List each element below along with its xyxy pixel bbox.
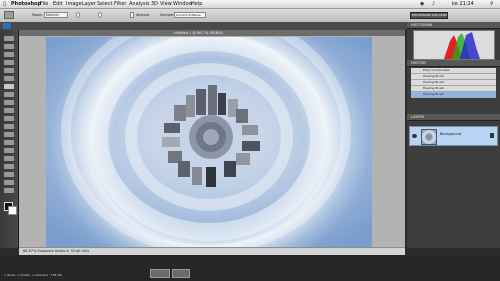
mode-select[interactable]: Normal	[44, 12, 68, 18]
hand-tool-icon[interactable]	[4, 180, 14, 185]
histogram-chart	[413, 30, 495, 60]
aligned-label: Aligned	[136, 13, 150, 17]
lock-icon	[490, 133, 494, 138]
dock-item[interactable]	[172, 269, 190, 278]
crop-tool-icon[interactable]	[4, 68, 14, 73]
gradient-tool-icon[interactable]	[4, 124, 14, 129]
status-bar: 66.67% Exposure works in 32-bit only	[19, 247, 405, 255]
status-text: 66.67% Exposure works in 32-bit only	[23, 249, 90, 253]
histogram-panel-header[interactable]: HISTOGRAM	[407, 22, 500, 29]
app-name-menu[interactable]: Photoshop	[11, 0, 41, 8]
layer-thumbnail	[421, 129, 437, 145]
move-tool-icon[interactable]	[4, 36, 14, 41]
volume-icon[interactable]: ♪	[432, 0, 435, 8]
history-brush-tool-icon[interactable]	[4, 108, 14, 113]
layer-name: Background	[440, 132, 461, 136]
little-planet-image	[46, 37, 372, 247]
eraser-tool-icon[interactable]	[4, 116, 14, 121]
image-canvas[interactable]	[46, 37, 372, 247]
history-item-selected[interactable]: Healing Brush	[411, 92, 496, 98]
clone-stamp-tool-icon[interactable]	[4, 100, 14, 105]
3d-rotate-tool-icon[interactable]	[4, 172, 14, 177]
quick-selection-tool-icon[interactable]	[4, 60, 14, 65]
eyedropper-tool-icon[interactable]	[4, 76, 14, 81]
dodge-tool-icon[interactable]	[4, 132, 14, 137]
lasso-tool-icon[interactable]	[4, 52, 14, 57]
shape-tool-icon[interactable]	[4, 164, 14, 169]
menu-edit[interactable]: Edit	[53, 0, 63, 8]
menu-layer[interactable]: Layer	[82, 0, 96, 8]
menu-bar:  Photoshop File Edit Image Layer Select…	[0, 0, 500, 9]
finder-status: 1 items, 1 hidden, 1 selected · 778 GB	[4, 273, 62, 277]
layers-panel-header[interactable]: LAYERS	[407, 114, 500, 121]
clock[interactable]: ke 21:24	[452, 0, 474, 8]
finder-strip: 1 items, 1 hidden, 1 selected · 778 GB	[0, 255, 500, 281]
menu-3d[interactable]: 3D	[151, 0, 158, 8]
apple-icon[interactable]: 	[3, 0, 6, 8]
sample-select[interactable]: Current & Below	[174, 12, 206, 18]
history-panel-header[interactable]: HISTORY	[407, 60, 500, 67]
tool-preset-picker[interactable]	[4, 11, 14, 19]
menu-file[interactable]: File	[40, 0, 48, 8]
wifi-icon[interactable]: ◉	[420, 0, 424, 8]
menu-help[interactable]: Help	[191, 0, 202, 8]
ps-logo-icon	[3, 23, 11, 29]
spotlight-search-icon[interactable]: ⚲	[490, 0, 494, 8]
brush-tool-icon[interactable]	[4, 92, 14, 97]
source-sampled-radio[interactable]	[76, 12, 80, 18]
pen-tool-icon[interactable]	[4, 140, 14, 145]
healing-brush-tool-icon[interactable]	[4, 84, 14, 89]
marquee-tool-icon[interactable]	[4, 44, 14, 49]
pattern-radio[interactable]	[98, 12, 102, 18]
menu-analysis[interactable]: Analysis	[129, 0, 150, 8]
histogram-graph	[444, 32, 480, 59]
path-selection-tool-icon[interactable]	[4, 156, 14, 161]
aligned-checkbox[interactable]	[130, 12, 134, 18]
menu-image[interactable]: Image	[66, 0, 82, 8]
options-bar: Mode: Normal Aligned Sample: Current & B…	[0, 9, 500, 23]
panel-dock: HISTOGRAM HISTORY Polar Coordinates Heal…	[407, 22, 500, 248]
sample-label: Sample:	[160, 13, 175, 17]
menu-filter[interactable]: Filter	[114, 0, 126, 8]
tools-panel	[0, 30, 19, 248]
zoom-tool-icon[interactable]	[4, 188, 14, 193]
dock-item[interactable]	[150, 269, 170, 278]
background-color-swatch[interactable]	[8, 206, 17, 215]
workspace-switcher[interactable]: PHOTOSHOP CS5 ASIAT	[410, 12, 448, 19]
layer-row-background[interactable]: Background	[409, 126, 498, 146]
type-tool-icon[interactable]	[4, 148, 14, 153]
menu-select[interactable]: Select	[97, 0, 112, 8]
eye-icon[interactable]	[412, 134, 417, 138]
mode-label: Mode:	[32, 13, 43, 17]
menu-window[interactable]: Window	[173, 0, 193, 8]
menu-view[interactable]: View	[160, 0, 172, 8]
